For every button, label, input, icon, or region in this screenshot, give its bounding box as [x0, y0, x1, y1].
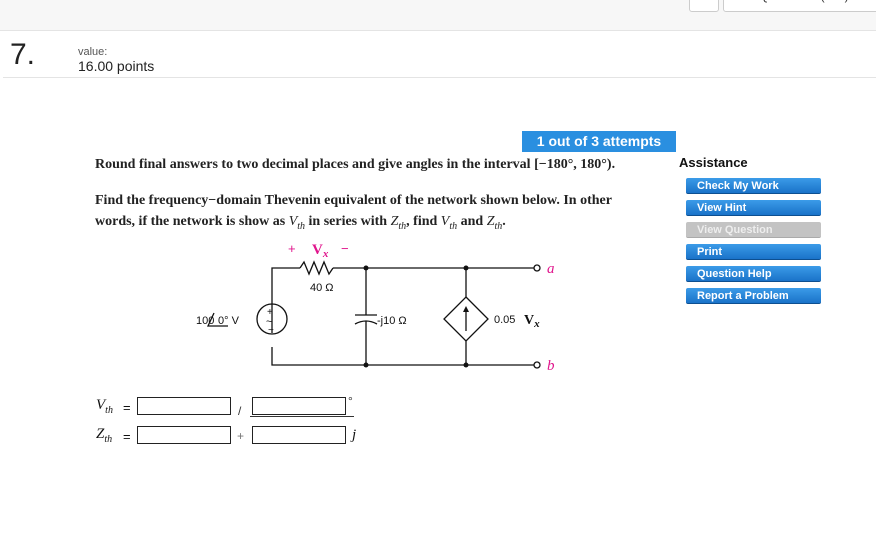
question-text-line1: Find the frequency−domain Thevenin equiv… [95, 193, 612, 208]
question-text-line2: words, if the network is show as Vth in … [95, 214, 506, 232]
zth-symbol: Z [486, 214, 495, 229]
vth-symbol: V [288, 214, 298, 229]
resistor-label: 40 Ω [310, 282, 334, 294]
zth-imag-input[interactable] [252, 426, 346, 444]
wire [271, 347, 534, 366]
question-points: 16.00 points [78, 58, 155, 74]
circuit-diagram: + ~ − + Vx − 40 Ω 100 0° V -j10 Ω 0.05 V… [196, 241, 555, 374]
question-number: 7. [10, 38, 36, 71]
plus-sign: + [237, 429, 245, 443]
text: and [457, 214, 487, 229]
instruction-text: Round final answers to two decimal place… [95, 157, 616, 172]
view-hint-button[interactable]: View Hint [686, 200, 821, 216]
top-bar: Question 7 (of 9) [0, 0, 876, 31]
view-question-button[interactable]: View Question [686, 222, 821, 238]
terminal-b-label: b [547, 358, 555, 374]
angle-underline [250, 416, 354, 417]
question-select[interactable]: Question 7 (of 9) [723, 0, 876, 12]
text: . [502, 214, 506, 229]
resistor-symbol [299, 260, 334, 276]
vth-label: Vth [96, 397, 113, 416]
zth-real-input[interactable] [137, 426, 231, 444]
terminal-b [533, 361, 541, 369]
terminal-a-label: a [547, 261, 555, 277]
text: , find [406, 214, 441, 229]
vx-plus: + [288, 241, 296, 256]
question-help-button[interactable]: Question Help [686, 266, 821, 282]
subscript: th [398, 220, 407, 232]
zth-label: Zth [96, 426, 113, 445]
check-my-work-button[interactable]: Check My Work [686, 178, 821, 194]
terminal-a [533, 264, 541, 272]
vx-label: Vx [312, 242, 329, 260]
vx-minus: − [341, 241, 349, 256]
subscript: th [449, 220, 458, 232]
capacitor-label: -j10 Ω [377, 315, 407, 327]
subscript: th [297, 220, 306, 232]
angle-sign: / [238, 404, 242, 418]
assistance-title: Assistance [679, 155, 748, 170]
j-symbol: j [352, 427, 357, 443]
text: words, if the network is show as [95, 214, 289, 229]
equals-sign: = [123, 400, 131, 415]
print-button[interactable]: Print [686, 244, 821, 260]
arrow-head [463, 306, 469, 312]
divider [3, 77, 876, 78]
value-label: value: [78, 46, 108, 58]
attempts-badge: 1 out of 3 attempts [522, 131, 676, 152]
source-magnitude: 100 [196, 315, 214, 327]
vth-angle-input[interactable] [252, 397, 346, 415]
source-angle: 0° V [218, 315, 240, 327]
previous-question-button[interactable] [689, 0, 719, 12]
equals-sign: = [123, 429, 131, 444]
text: in series with [305, 214, 391, 229]
report-problem-button[interactable]: Report a Problem [686, 288, 821, 304]
dep-source-var: Vx [524, 313, 540, 330]
degree-symbol: ° [348, 394, 353, 408]
vth-magnitude-input[interactable] [137, 397, 231, 415]
svg-text:−: − [268, 325, 274, 336]
dep-source-gain: 0.05 [494, 314, 515, 326]
